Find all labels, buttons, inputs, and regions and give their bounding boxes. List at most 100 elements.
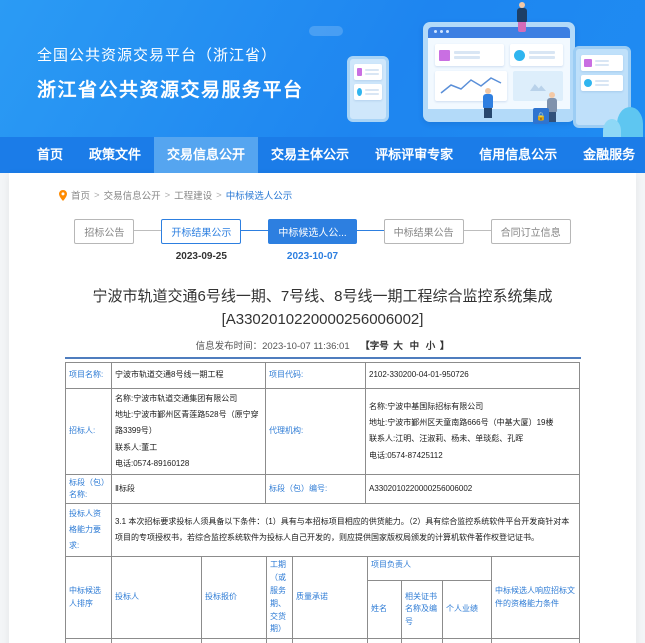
candidate-row: 1 广州新科佳都科技有限公司 138,865,350.00元 满足招标文件要求 … bbox=[65, 639, 579, 643]
font-size-small-button[interactable]: 小 bbox=[426, 341, 436, 352]
section-code-value: A3302010220000256006002 bbox=[366, 475, 580, 504]
location-pin-icon bbox=[59, 190, 67, 201]
step-contract-info-button[interactable]: 合同订立信息 bbox=[491, 219, 571, 244]
nav-item-experts[interactable]: 评标评审专家 bbox=[362, 137, 466, 173]
text-lines-graphic bbox=[365, 67, 379, 77]
project-code-label: 项目代码: bbox=[266, 362, 366, 388]
step-candidate-publicity-date: 2023-10-07 bbox=[287, 251, 338, 262]
candidate-rank: 1 bbox=[65, 639, 111, 643]
card-graphic bbox=[354, 84, 382, 100]
tenderer-name: 名称:宁波市轨道交通集团有限公司 bbox=[115, 391, 262, 407]
nav-item-trade-info[interactable]: 交易信息公开 bbox=[154, 137, 258, 173]
qualification-req-label: 投标人资格能力要求: bbox=[66, 504, 112, 557]
national-platform-title: 全国公共资源交易平台（浙江省） bbox=[37, 44, 304, 65]
font-size-medium-button[interactable]: 中 bbox=[410, 341, 420, 352]
table-header-row: 中标候选人排序 投标人 投标报价 工期（或服务期、交货期） 质量承诺 项目负责人… bbox=[65, 557, 579, 581]
candidate-price: 138,865,350.00元 bbox=[201, 639, 266, 643]
main-navigation: 首页 政策文件 交易信息公开 交易主体公示 评标评审专家 信用信息公示 金融服务… bbox=[0, 137, 645, 173]
agency-label: 代理机构: bbox=[266, 388, 366, 475]
blue-divider bbox=[65, 357, 581, 359]
col-quality-header: 质量承诺 bbox=[292, 557, 367, 639]
section-code-label: 标段（包）编号: bbox=[266, 475, 366, 504]
text-lines-graphic bbox=[595, 58, 609, 68]
cyan-dot-icon bbox=[584, 79, 592, 87]
col-name-header: 姓名 bbox=[367, 581, 401, 639]
candidate-bidder: 广州新科佳都科技有限公司 bbox=[111, 639, 201, 643]
tenderer-value: 名称:宁波市轨道交通集团有限公司 地址:宁波市鄞州区青莲路528号（原宁穿路33… bbox=[112, 388, 266, 475]
font-size-large-button[interactable]: 大 bbox=[393, 341, 403, 352]
font-size-label-end: 】 bbox=[440, 341, 450, 352]
nav-item-home[interactable]: 首页 bbox=[24, 137, 76, 173]
banner-illustration: 🔒 bbox=[305, 0, 645, 137]
site-titles: 全国公共资源交易平台（浙江省） 浙江省公共资源交易服务平台 bbox=[37, 44, 304, 102]
content-panel: 首页 > 交易信息公开 > 工程建设 > 中标候选人公示 招标公告 开标结果公示… bbox=[9, 173, 636, 643]
table-row: 项目名称: 宁波市轨道交通8号线一期工程 项目代码: 2102-330200-0… bbox=[66, 362, 580, 388]
step-bid-opening-date: 2023-09-25 bbox=[176, 251, 227, 262]
step-tender-notice: 招标公告 bbox=[74, 219, 134, 244]
agency-address: 地址:宁波市鄞州区天童南路666号（中基大厦）19楼 bbox=[369, 415, 576, 431]
tenderer-phone: 电话:0574-89160128 bbox=[115, 456, 262, 472]
page-title: 宁波市轨道交通6号线一期、7号线、8号线一期工程综合监控系统集成 [A33020… bbox=[9, 285, 636, 332]
candidate-cert: / bbox=[401, 639, 442, 643]
page: 全国公共资源交易平台（浙江省） 浙江省公共资源交易服务平台 bbox=[0, 0, 645, 643]
font-size-control: 【字号 大 中 小 】 bbox=[360, 341, 449, 352]
nav-item-trade-subject[interactable]: 交易主体公示 bbox=[258, 137, 362, 173]
breadcrumb-separator: > bbox=[216, 190, 222, 201]
candidate-manager-name: 刘学渊 bbox=[367, 639, 401, 643]
nav-item-finance[interactable]: 金融服务 bbox=[570, 137, 645, 173]
tenderer-address: 地址:宁波市鄞州区青莲路528号（原宁穿路3399号） bbox=[115, 407, 262, 440]
agency-phone: 电话:0574-87425112 bbox=[369, 448, 576, 464]
step-connector bbox=[464, 230, 491, 231]
project-code-value: 2102-330200-04-01-950726 bbox=[366, 362, 580, 388]
purple-tile-icon bbox=[584, 59, 592, 67]
candidates-table: 中标候选人排序 投标人 投标报价 工期（或服务期、交货期） 质量承诺 项目负责人… bbox=[65, 556, 580, 643]
nav-item-credit[interactable]: 信用信息公示 bbox=[466, 137, 570, 173]
step-bid-opening: 开标结果公示 2023-09-25 bbox=[161, 219, 241, 262]
step-award-result-button[interactable]: 中标结果公告 bbox=[384, 219, 464, 244]
step-award-result: 中标结果公告 bbox=[384, 219, 464, 244]
card-graphic bbox=[354, 64, 382, 80]
text-lines-graphic bbox=[595, 78, 609, 88]
table-row: 标段（包）名称: Ⅱ标段 标段（包）编号: A33020102200002560… bbox=[66, 475, 580, 504]
agency-value: 名称:宁波中基国际招标有限公司 地址:宁波市鄞州区天童南路666号（中基大厦）1… bbox=[366, 388, 580, 475]
purple-tile-icon bbox=[439, 50, 450, 61]
col-bidder-header: 投标人 bbox=[111, 557, 201, 639]
qualification-req-value: 3.1 本次招标要求投标人须具备以下条件：（1）具有与本招标项目相应的供货能力。… bbox=[112, 504, 580, 557]
agency-contact: 联系人:江明、汪淑莉、杨未、单琰彪、孔晖 bbox=[369, 431, 576, 447]
cyan-dot-icon bbox=[514, 50, 525, 61]
col-achievement-header: 个人业绩 bbox=[442, 581, 491, 639]
person-graphic bbox=[483, 88, 493, 118]
process-steps: 招标公告 开标结果公示 2023-09-25 中标候选人公... 2023-10… bbox=[9, 219, 636, 265]
step-bid-opening-button[interactable]: 开标结果公示 bbox=[161, 219, 241, 244]
publish-time: 信息发布时间：2023-10-07 11:36:01 bbox=[196, 341, 350, 352]
candidate-achievement bbox=[442, 639, 491, 643]
step-connector bbox=[357, 230, 384, 231]
tablet-graphic bbox=[347, 56, 389, 122]
breadcrumb-home[interactable]: 首页 bbox=[71, 188, 90, 202]
project-name-label: 项目名称: bbox=[66, 362, 112, 388]
breadcrumb-trade-info[interactable]: 交易信息公开 bbox=[104, 188, 161, 202]
breadcrumb-engineering[interactable]: 工程建设 bbox=[174, 188, 212, 202]
table-row: 招标人: 名称:宁波市轨道交通集团有限公司 地址:宁波市鄞州区青莲路528号（原… bbox=[66, 388, 580, 475]
step-candidate-publicity-button[interactable]: 中标候选人公... bbox=[268, 219, 356, 244]
col-cert-header: 相关证书名称及编号 bbox=[401, 581, 442, 639]
font-size-label: 【字号 bbox=[360, 341, 389, 352]
breadcrumb-separator: > bbox=[165, 190, 171, 201]
step-connector bbox=[134, 230, 161, 231]
card-graphic bbox=[581, 55, 623, 71]
col-rank-header: 中标候选人排序 bbox=[65, 557, 111, 639]
candidate-quality: 满足招标文件要求 bbox=[292, 639, 367, 643]
step-candidate-publicity: 中标候选人公... 2023-10-07 bbox=[268, 219, 356, 262]
agency-name: 名称:宁波中基国际招标有限公司 bbox=[369, 399, 576, 415]
section-name-label: 标段（包）名称: bbox=[66, 475, 112, 504]
image-icon bbox=[530, 81, 546, 91]
purple-tile-icon bbox=[357, 68, 362, 76]
line-chart-graphic bbox=[435, 71, 507, 101]
section-name-value: Ⅱ标段 bbox=[112, 475, 266, 504]
card-graphic bbox=[510, 44, 563, 66]
col-qualification-header: 中标候选人响应招标文件的资格能力条件 bbox=[492, 557, 580, 639]
step-tender-notice-button[interactable]: 招标公告 bbox=[74, 219, 134, 244]
nav-item-policy[interactable]: 政策文件 bbox=[76, 137, 154, 173]
project-info-table: 项目名称: 宁波市轨道交通8号线一期工程 项目代码: 2102-330200-0… bbox=[65, 362, 580, 558]
breadcrumb: 首页 > 交易信息公开 > 工程建设 > 中标候选人公示 bbox=[9, 173, 636, 202]
